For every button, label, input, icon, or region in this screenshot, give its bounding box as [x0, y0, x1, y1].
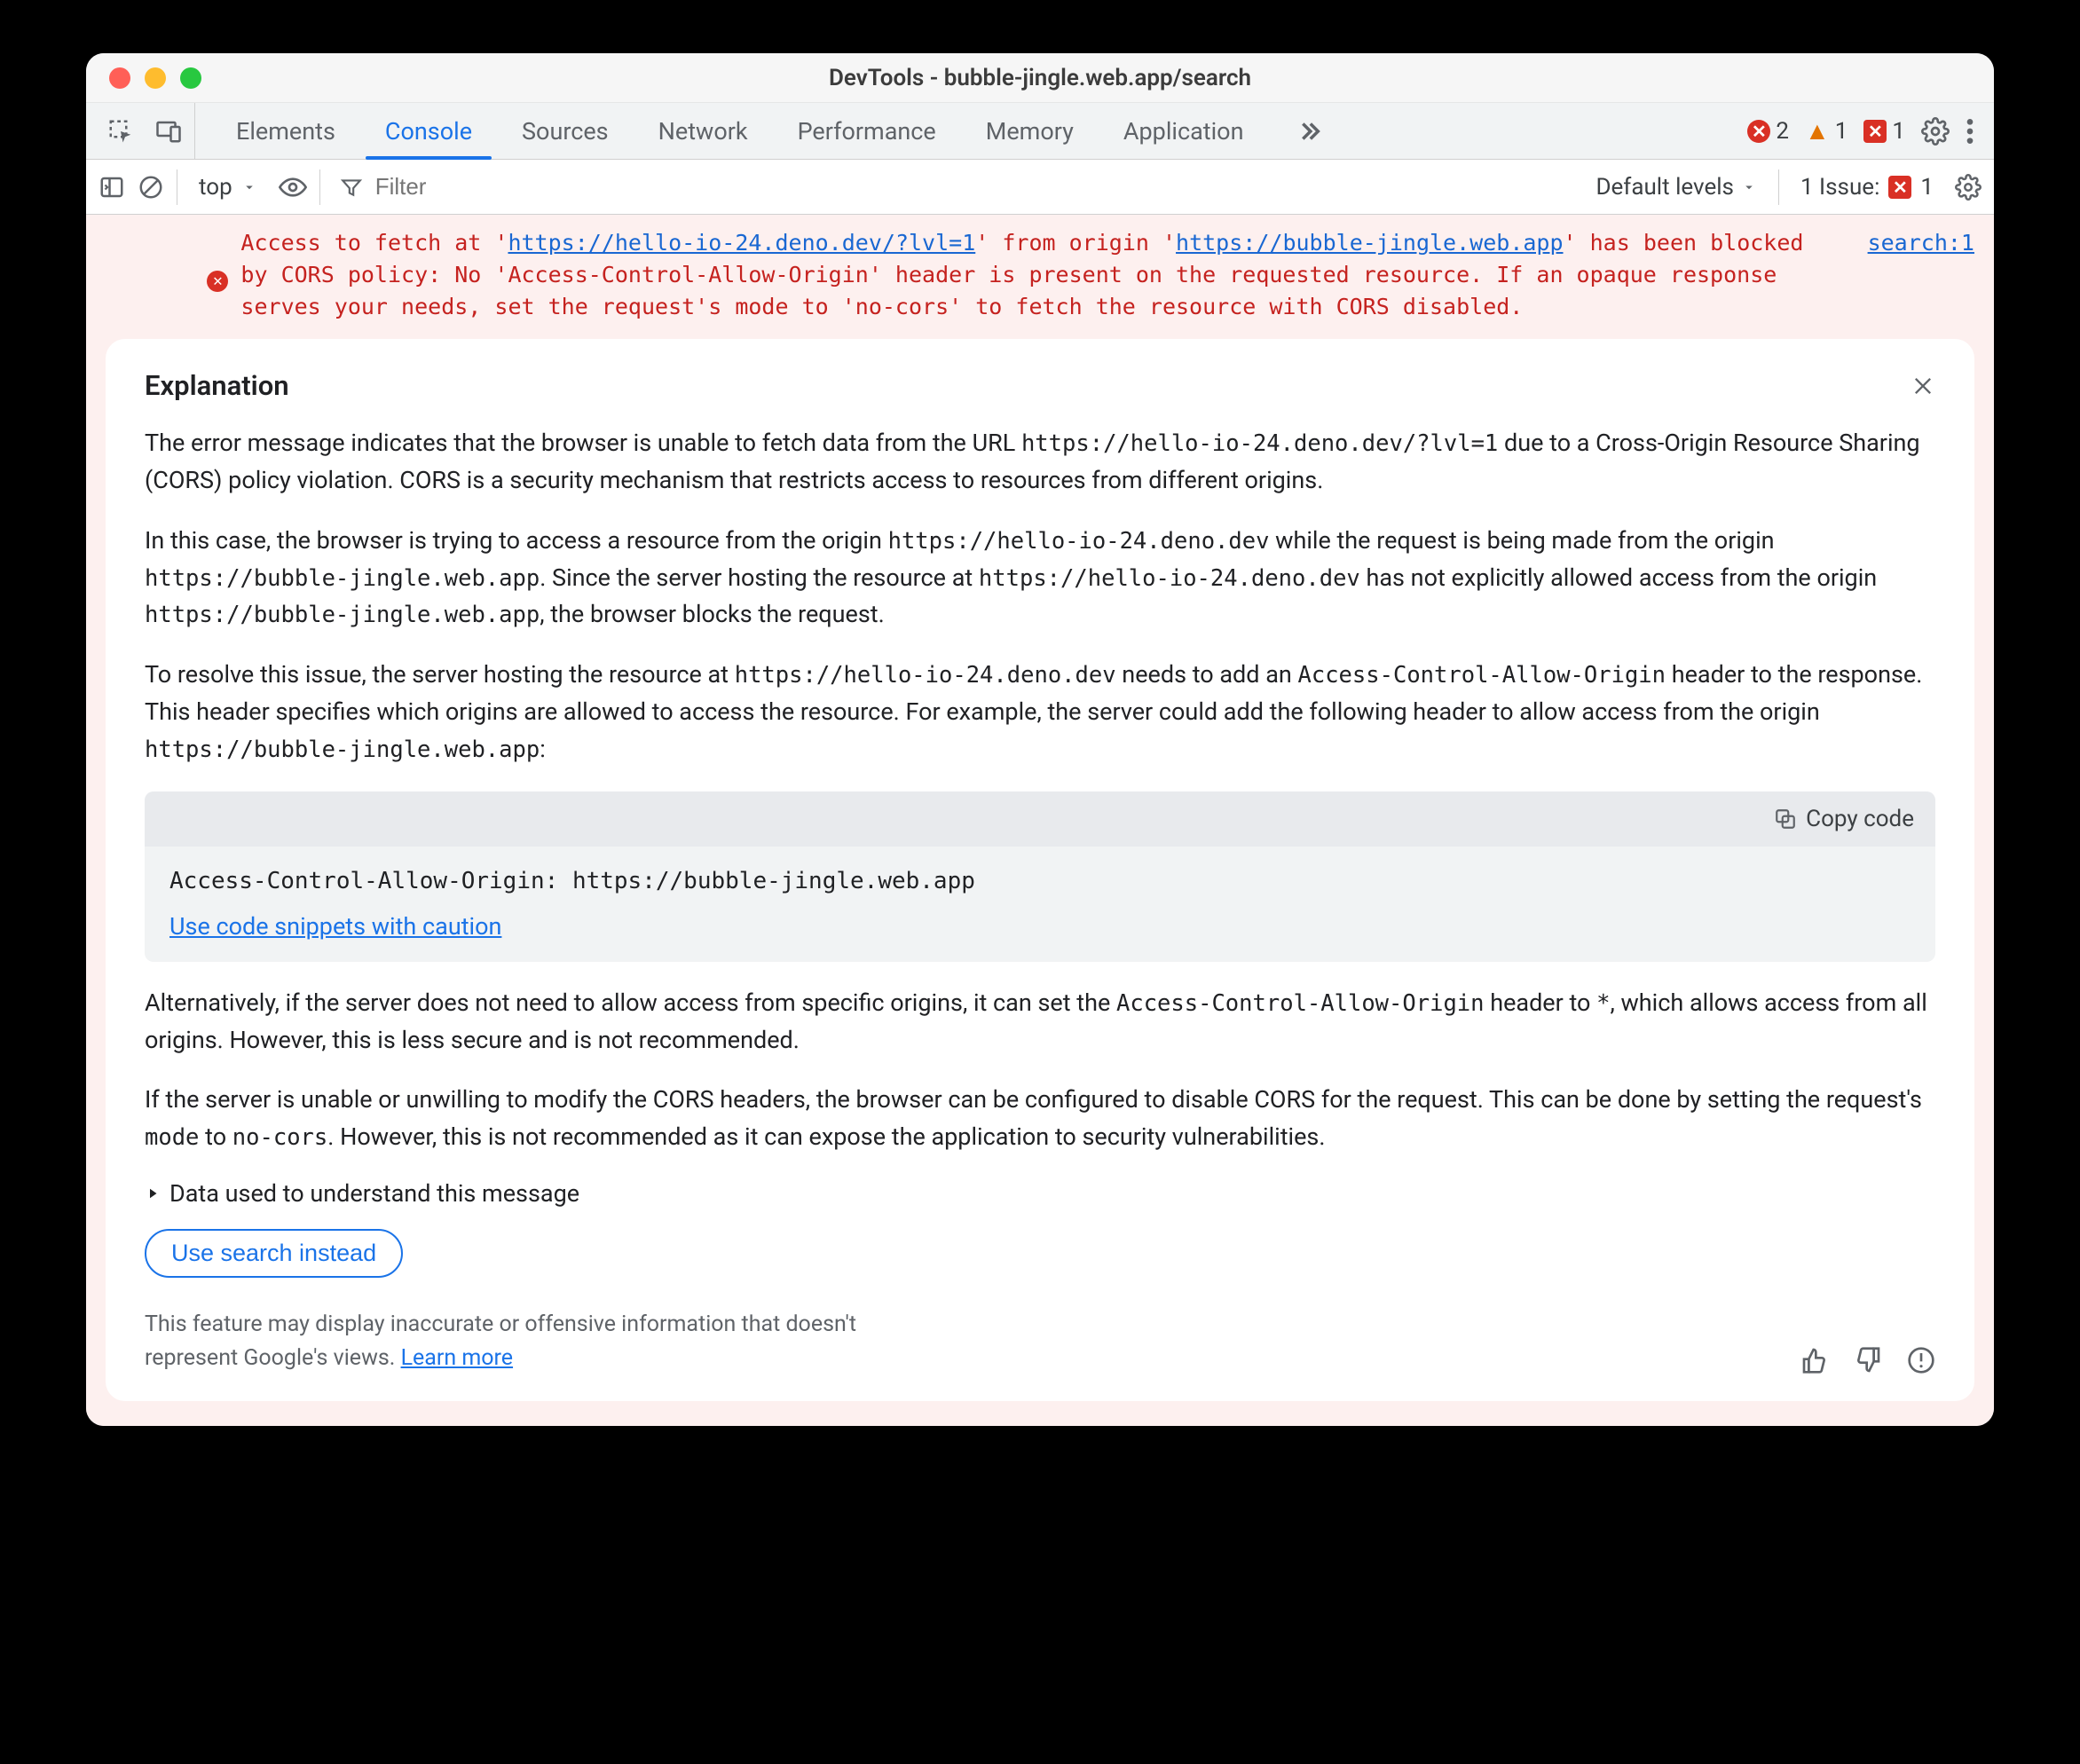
chevron-down-icon — [1741, 179, 1757, 195]
tab-application[interactable]: Application — [1099, 103, 1269, 159]
explanation-p5: If the server is unable or unwilling to … — [145, 1082, 1935, 1156]
explanation-title: Explanation — [145, 369, 289, 402]
issues-label: 1 Issue: — [1800, 174, 1879, 201]
error-url-2[interactable]: https://bubble-jingle.web.app — [1176, 230, 1564, 256]
minimize-window-button[interactable] — [145, 67, 166, 89]
copy-code-button[interactable]: Copy code — [1774, 806, 1914, 832]
separator — [319, 169, 320, 205]
explanation-p3: To resolve this issue, the server hostin… — [145, 657, 1935, 768]
warning-count[interactable]: ▲ 1 — [1805, 116, 1848, 146]
disclaimer-text: This feature may display inaccurate or o… — [145, 1308, 943, 1374]
disclosure-label: Data used to understand this message — [169, 1179, 579, 1208]
filter-field[interactable] — [333, 172, 505, 201]
explanation-panel: Explanation The error message indicates … — [106, 339, 1974, 1401]
error-url-1[interactable]: https://hello-io-24.deno.dev/?lvl=1 — [508, 230, 975, 256]
tab-console[interactable]: Console — [360, 103, 497, 159]
console-body: ✕ Access to fetch at 'https://hello-io-2… — [86, 215, 1994, 1426]
clear-console-icon[interactable] — [138, 174, 164, 201]
issues-count[interactable]: ✕ 1 — [1863, 118, 1905, 145]
tab-memory[interactable]: Memory — [961, 103, 1099, 159]
warning-icon: ▲ — [1805, 116, 1830, 146]
toggle-sidebar-icon[interactable] — [98, 174, 125, 201]
more-menu-icon[interactable] — [1966, 117, 1974, 146]
context-label: top — [199, 174, 232, 201]
tab-elements[interactable]: Elements — [211, 103, 360, 159]
tab-network[interactable]: Network — [634, 103, 773, 159]
settings-icon[interactable] — [1921, 117, 1950, 146]
report-icon[interactable] — [1907, 1346, 1935, 1374]
error-count-value: 2 — [1776, 118, 1789, 145]
issue-icon: ✕ — [1863, 120, 1887, 143]
code-block: Copy code Access-Control-Allow-Origin: h… — [145, 791, 1935, 962]
more-tabs-button[interactable] — [1268, 103, 1348, 159]
copy-icon — [1774, 807, 1797, 831]
error-source-link[interactable]: search:1 — [1841, 227, 1974, 259]
tab-performance[interactable]: Performance — [773, 103, 961, 159]
maximize-window-button[interactable] — [180, 67, 201, 89]
issues-link[interactable]: 1 Issue: ✕ 1 — [1800, 174, 1934, 201]
console-settings-icon[interactable] — [1955, 174, 1982, 201]
inspect-element-icon[interactable] — [107, 118, 134, 145]
explanation-p4: Alternatively, if the server does not ne… — [145, 985, 1935, 1059]
issue-icon: ✕ — [1888, 176, 1911, 199]
thumbs-up-icon[interactable] — [1800, 1346, 1829, 1374]
filter-input[interactable] — [374, 172, 498, 201]
context-selector[interactable]: top — [190, 174, 266, 201]
copy-code-label: Copy code — [1806, 806, 1914, 832]
thumbs-down-icon[interactable] — [1854, 1346, 1882, 1374]
explanation-p2: In this case, the browser is trying to a… — [145, 523, 1935, 634]
issues-value: 1 — [1920, 174, 1934, 201]
close-icon[interactable] — [1911, 374, 1935, 398]
issues-count-value: 1 — [1892, 118, 1905, 145]
device-toolbar-icon[interactable] — [155, 118, 182, 145]
data-disclosure[interactable]: Data used to understand this message — [145, 1179, 1935, 1208]
error-text: Access to fetch at 'https://hello-io-24.… — [240, 227, 1828, 323]
main-tabbar: Elements Console Sources Network Perform… — [86, 103, 1994, 160]
titlebar: DevTools - bubble-jingle.web.app/search — [86, 53, 1994, 103]
chevron-down-icon — [241, 179, 257, 195]
devtools-window: DevTools - bubble-jingle.web.app/search … — [86, 53, 1994, 1426]
separator — [1778, 169, 1779, 205]
explanation-p1: The error message indicates that the bro… — [145, 425, 1935, 500]
live-expression-icon[interactable] — [279, 173, 307, 201]
levels-label: Default levels — [1595, 174, 1734, 201]
tab-sources[interactable]: Sources — [497, 103, 634, 159]
filter-icon — [340, 176, 363, 199]
code-content: Access-Control-Allow-Origin: https://bub… — [145, 847, 1935, 902]
learn-more-link[interactable]: Learn more — [401, 1345, 513, 1371]
error-count[interactable]: ✕ 2 — [1747, 118, 1789, 145]
close-window-button[interactable] — [109, 67, 130, 89]
window-title: DevTools - bubble-jingle.web.app/search — [86, 65, 1994, 91]
triangle-right-icon — [145, 1185, 161, 1201]
console-toolbar: top Default levels 1 Issue: ✕ 1 — [86, 160, 1994, 215]
use-search-instead-button[interactable]: Use search instead — [145, 1229, 403, 1278]
error-icon: ✕ — [100, 231, 228, 327]
caution-link[interactable]: Use code snippets with caution — [145, 902, 1935, 962]
panel-tabs: Elements Console Sources Network Perform… — [195, 103, 1348, 159]
error-icon: ✕ — [1747, 120, 1770, 143]
warning-count-value: 1 — [1835, 118, 1848, 145]
console-error-row[interactable]: ✕ Access to fetch at 'https://hello-io-2… — [86, 215, 1994, 339]
window-controls — [86, 67, 201, 89]
log-levels-selector[interactable]: Default levels — [1595, 174, 1757, 201]
